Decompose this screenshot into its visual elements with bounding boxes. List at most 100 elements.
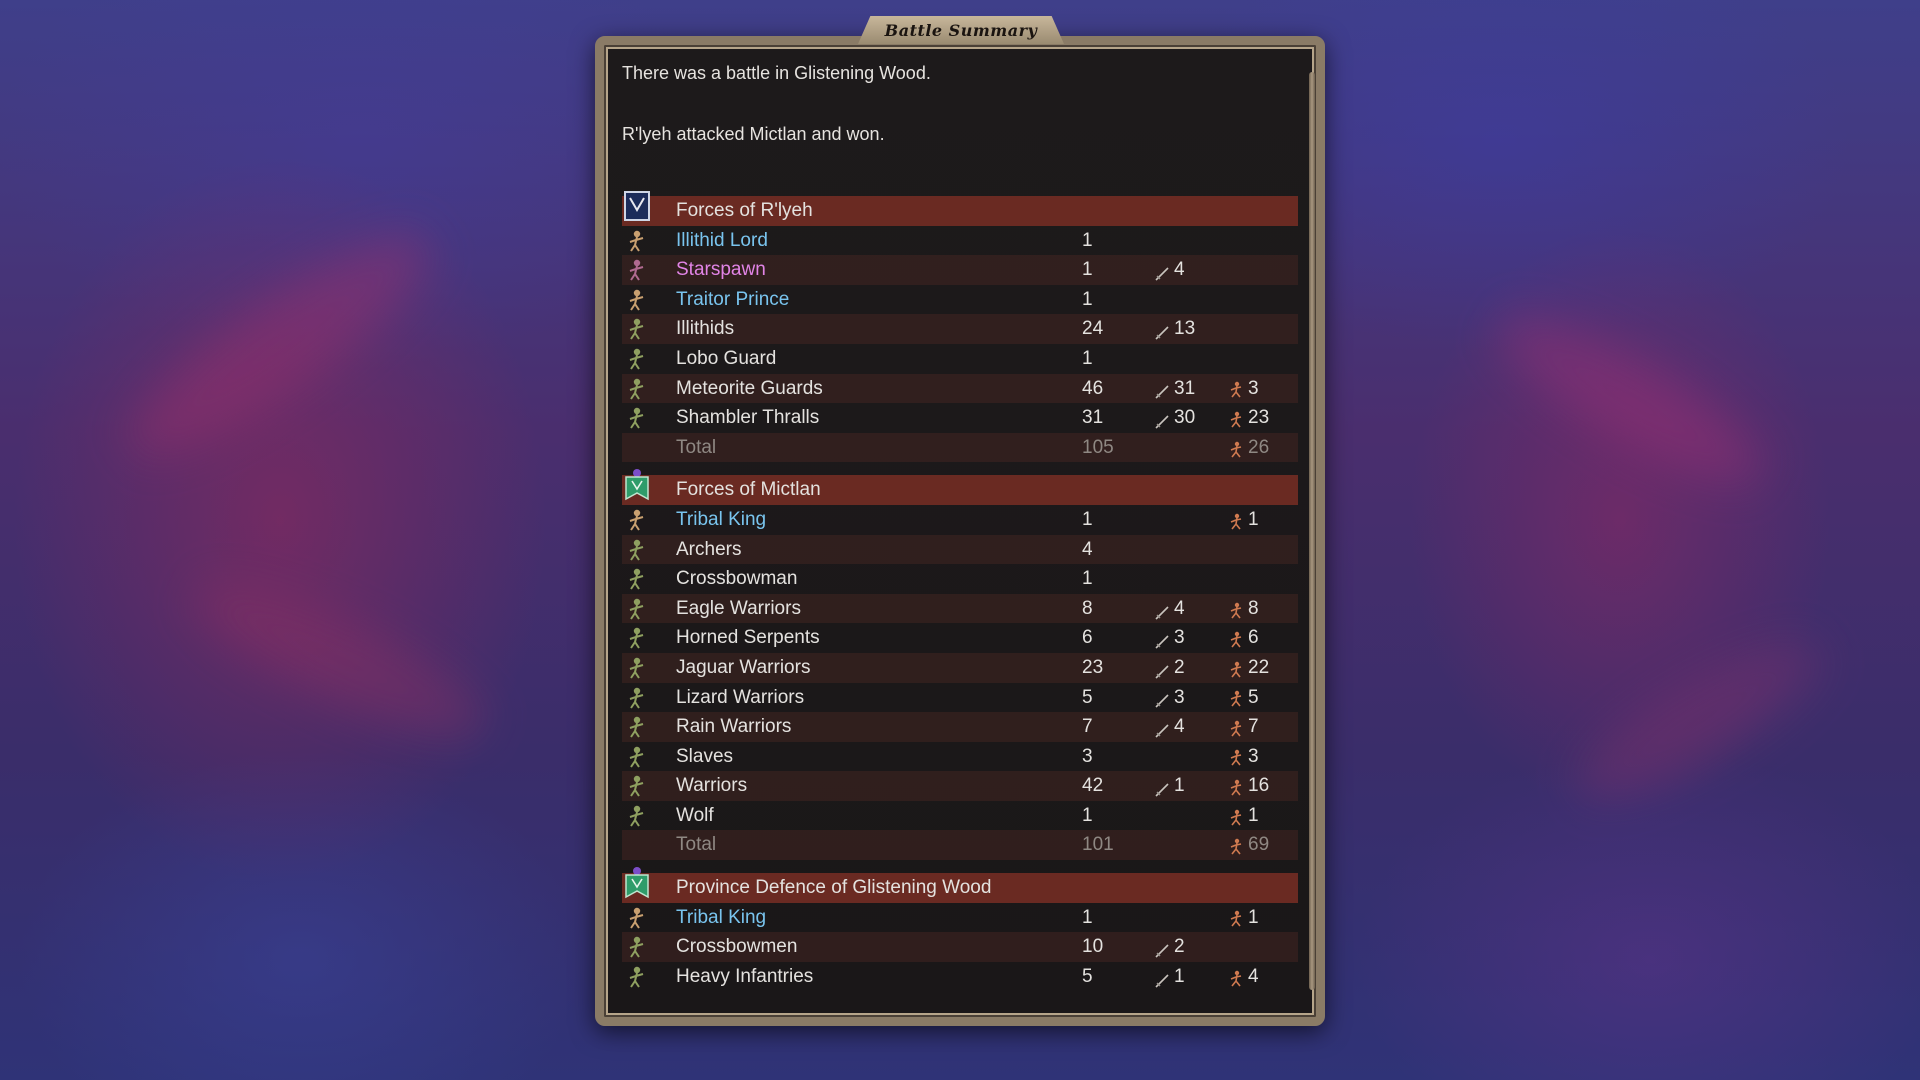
casualty-icon — [1228, 629, 1244, 648]
unit-row[interactable]: Heavy Infantries 5 1 4 — [622, 962, 1298, 992]
casualty-icon — [1228, 908, 1244, 927]
losses-cell: 26 — [1228, 433, 1269, 463]
losses-value: 1 — [1248, 508, 1259, 530]
losses-cell: 3 — [1228, 374, 1259, 404]
tribal-king-icon — [624, 508, 650, 532]
section-title: Province Defence of Glistening Wood — [676, 877, 992, 899]
unit-row[interactable]: Rain Warriors 7 4 7 — [622, 712, 1298, 742]
sword-icon — [1154, 601, 1170, 620]
unit-row[interactable]: Eagle Warriors 8 4 8 — [622, 593, 1298, 624]
losses-value: 23 — [1248, 407, 1270, 429]
province-defence-banner-icon — [622, 865, 652, 903]
casualty-icon — [1228, 718, 1244, 737]
unit-count: 1 — [1082, 347, 1093, 369]
unit-row[interactable]: Starspawn 1 4 — [622, 255, 1298, 285]
losses-value: 69 — [1248, 834, 1270, 856]
unit-count: 4 — [1082, 538, 1093, 560]
unit-name: Lizard Warriors — [676, 686, 805, 708]
wolf-icon — [624, 804, 650, 828]
horned-serpents-icon — [624, 626, 650, 650]
unit-row[interactable]: Lizard Warriors 5 3 5 — [622, 683, 1298, 713]
kills-value: 13 — [1174, 318, 1196, 340]
unit-row[interactable]: Crossbowman 1 — [622, 564, 1298, 594]
unit-count: 1 — [1082, 229, 1093, 251]
unit-count: 1 — [1082, 288, 1093, 310]
section-title: Forces of R'lyeh — [676, 200, 813, 221]
illithid-lord-icon — [624, 229, 650, 253]
total-row: Total 105 26 — [622, 432, 1298, 463]
unit-row[interactable]: Jaguar Warriors 23 2 22 — [622, 652, 1298, 683]
losses-cell: 1 — [1228, 903, 1259, 933]
losses-value: 26 — [1248, 436, 1270, 458]
unit-name: Crossbowmen — [676, 936, 798, 958]
heavy-infantries-icon — [624, 965, 650, 989]
lobo-guard-icon — [624, 347, 650, 371]
unit-row[interactable]: Horned Serpents 6 3 6 — [622, 623, 1298, 653]
unit-name: Crossbowman — [676, 568, 798, 590]
casualty-icon — [1228, 688, 1244, 707]
unit-name: Total — [676, 834, 717, 856]
lizard-warriors-icon — [624, 686, 650, 710]
unit-count: 46 — [1082, 377, 1104, 399]
shambler-thralls-icon — [624, 406, 650, 430]
casualty-icon — [1228, 747, 1244, 766]
unit-row[interactable]: Slaves 3 3 — [622, 742, 1298, 772]
losses-cell: 3 — [1228, 742, 1259, 772]
casualty-icon — [1228, 600, 1244, 619]
section-header: Forces of R'lyeh — [622, 191, 1298, 226]
traitor-prince-icon — [624, 288, 650, 312]
kills-cell: 2 — [1154, 932, 1185, 962]
unit-row[interactable]: Illithids 24 13 — [622, 314, 1298, 344]
unit-count: 1 — [1082, 259, 1093, 281]
crossbowmen-icon — [624, 935, 650, 959]
kills-cell: 13 — [1154, 314, 1195, 344]
unit-count: 1 — [1082, 568, 1093, 590]
kills-value: 31 — [1174, 377, 1196, 399]
unit-name: Wolf — [676, 804, 714, 826]
sword-icon — [1154, 719, 1170, 738]
kills-cell: 4 — [1154, 594, 1185, 624]
kills-value: 4 — [1174, 259, 1185, 281]
losses-cell: 7 — [1228, 712, 1259, 742]
unit-row[interactable]: Illithid Lord 1 — [622, 226, 1298, 256]
eagle-warriors-icon — [624, 597, 650, 621]
unit-row[interactable]: Traitor Prince 1 — [622, 285, 1298, 315]
unit-name: Warriors — [676, 775, 748, 797]
unit-name: Total — [676, 436, 717, 458]
sword-icon — [1154, 689, 1170, 708]
losses-cell: 8 — [1228, 594, 1259, 624]
unit-name: Heavy Infantries — [676, 965, 814, 987]
kills-cell: 1 — [1154, 962, 1185, 992]
unit-row[interactable]: Lobo Guard 1 — [622, 344, 1298, 374]
sword-icon — [1154, 410, 1170, 429]
unit-row[interactable]: Crossbowmen 10 2 — [622, 932, 1298, 962]
unit-name: Lobo Guard — [676, 347, 777, 369]
casualty-icon — [1228, 409, 1244, 428]
unit-row[interactable]: Wolf 1 1 — [622, 801, 1298, 831]
unit-row[interactable]: Warriors 42 1 16 — [622, 771, 1298, 801]
unit-name: Tribal King — [676, 906, 767, 928]
scrollbar[interactable] — [1309, 72, 1315, 990]
unit-count: 3 — [1082, 745, 1093, 767]
unit-row[interactable]: Archers 4 — [622, 534, 1298, 565]
sword-icon — [1154, 262, 1170, 281]
kills-value: 3 — [1174, 627, 1185, 649]
casualty-icon — [1228, 836, 1244, 855]
archers-icon — [624, 538, 650, 562]
losses-value: 3 — [1248, 745, 1259, 767]
slaves-icon — [624, 745, 650, 769]
losses-value: 5 — [1248, 686, 1259, 708]
casualty-icon — [1228, 511, 1244, 530]
unit-row[interactable]: Tribal King 1 1 — [622, 505, 1298, 535]
unit-count: 24 — [1082, 318, 1104, 340]
panel-title: Battle Summary — [858, 16, 1064, 44]
unit-row[interactable]: Meteorite Guards 46 31 3 — [622, 373, 1298, 404]
losses-value: 22 — [1248, 656, 1270, 678]
unit-count: 101 — [1082, 834, 1114, 856]
unit-row[interactable]: Tribal King 1 1 — [622, 903, 1298, 933]
total-row: Total 101 69 — [622, 830, 1298, 861]
unit-row[interactable]: Shambler Thralls 31 30 23 — [622, 403, 1298, 433]
unit-name: Jaguar Warriors — [676, 656, 811, 678]
unit-name: Traitor Prince — [676, 288, 790, 310]
casualty-icon — [1228, 439, 1244, 458]
